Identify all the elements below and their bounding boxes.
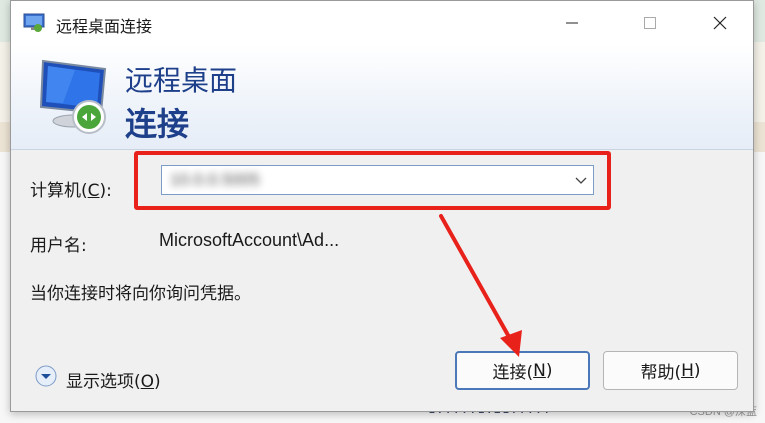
help-button[interactable]: 帮助(H) [603,351,738,390]
remote-desktop-monitor-icon [39,59,107,134]
maximize-icon [644,17,656,29]
banner-title-line1: 远程桌面 [125,64,238,97]
user-label: 用户名: [30,236,87,256]
credentials-info: 当你连接时将向你询问凭据。 [30,284,251,304]
remote-desktop-icon [23,13,45,32]
computer-label: 计算机(C): [30,181,112,201]
close-button[interactable] [697,1,743,45]
banner-title-line2: 连接 [125,105,190,143]
show-options-link[interactable]: 显示选项(O) [66,367,161,392]
header-banner: 远程桌面 连接 [11,45,753,150]
highlight-box [134,151,611,210]
minimize-button[interactable] [549,1,595,45]
minimize-icon [566,22,578,24]
user-value: MicrosoftAccount\Ad... [159,230,340,250]
expand-options-icon[interactable] [35,365,57,387]
window-title: 远程桌面连接 [56,17,153,36]
connect-button[interactable]: 连接(N) [455,351,590,390]
close-icon [713,16,727,30]
title-bar[interactable]: 远程桌面连接 [11,1,753,45]
remote-desktop-dialog: 远程桌面连接 远程桌面 连接 计算机(C): 10.0.0.5005 用户名: [10,0,754,412]
maximize-button[interactable] [627,1,673,45]
